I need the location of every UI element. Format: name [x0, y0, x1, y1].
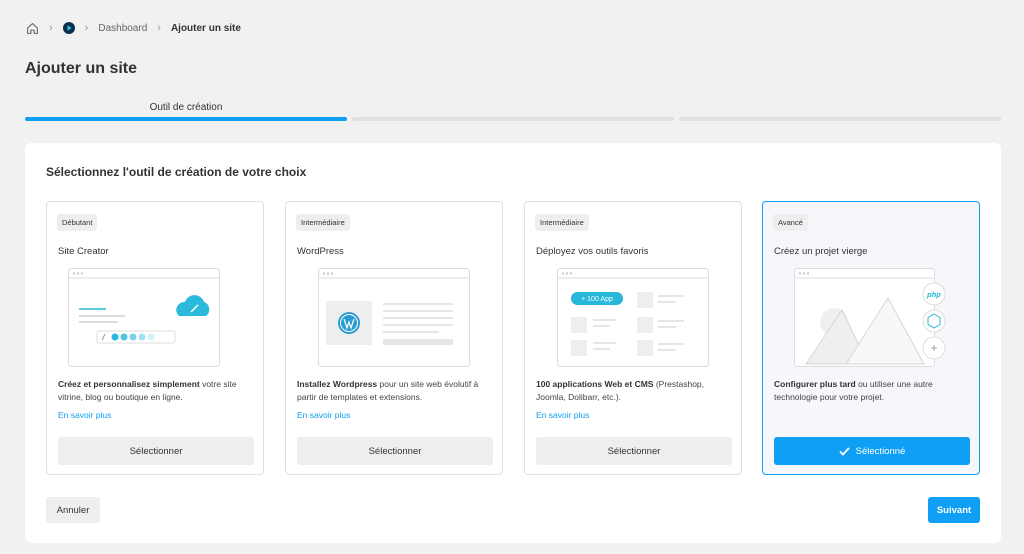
card-apps[interactable]: Intermédiaire Déployez vos outils favori… [524, 201, 742, 475]
level-badge: Débutant [57, 214, 98, 231]
select-apps-button[interactable]: Sélectionner [536, 437, 732, 465]
select-site-creator-button[interactable]: Sélectionner [58, 437, 254, 465]
tool-selection-panel: Sélectionnez l'outil de création de votr… [25, 143, 1001, 543]
selected-label: Sélectionné [855, 445, 906, 457]
step-bar-2 [352, 117, 674, 121]
level-badge: Intermédiaire [296, 214, 350, 231]
card-wordpress[interactable]: Intermédiaire WordPress Installez Wordpr… [285, 201, 503, 475]
breadcrumb-separator: › [49, 22, 53, 34]
card-title: Déployez vos outils favoris [536, 246, 649, 257]
blank-project-illustration-icon: php + [794, 268, 946, 367]
breadcrumb: › › Dashboard › Ajouter un site [26, 20, 241, 36]
breadcrumb-dashboard[interactable]: Dashboard [98, 23, 147, 34]
selected-blank-project-button[interactable]: Sélectionné [774, 437, 970, 465]
breadcrumb-current: Ajouter un site [170, 22, 241, 34]
learn-more-link[interactable]: En savoir plus [58, 410, 111, 420]
desc-bold: 100 applications Web et CMS [536, 379, 654, 389]
breadcrumb-separator: › [84, 22, 89, 34]
product-logo-icon[interactable] [62, 22, 75, 34]
level-badge: Intermédiaire [535, 214, 589, 231]
breadcrumb-separator: › [157, 22, 161, 34]
add-technology-glyph: + [930, 341, 937, 355]
level-badge: Avancé [773, 214, 808, 231]
desc-bold: Configurer plus tard [774, 379, 856, 389]
step-bar-3 [679, 117, 1001, 121]
panel-title: Sélectionnez l'outil de création de votr… [46, 165, 307, 179]
step-label-active: Outil de création [149, 102, 223, 113]
card-title: Site Creator [58, 246, 109, 257]
select-wordpress-button[interactable]: Sélectionner [297, 437, 493, 465]
card-description: Installez Wordpress pour un site web évo… [297, 378, 497, 404]
checkmark-icon [839, 446, 850, 456]
desc-bold: Créez et personnalisez simplement [58, 379, 200, 389]
card-site-creator[interactable]: Débutant Site Creator Créez et personnal… [46, 201, 264, 475]
site-creator-illustration-icon [68, 268, 220, 367]
cancel-button[interactable]: Annuler [46, 497, 100, 523]
apps-illustration-icon: + 100 App [557, 268, 709, 367]
app-count-pill: + 100 App [581, 296, 613, 303]
learn-more-link[interactable]: En savoir plus [536, 410, 589, 420]
card-title: Créez un projet vierge [774, 246, 868, 257]
step-bar-1 [25, 117, 347, 121]
page-title: Ajouter un site [25, 60, 138, 77]
card-title: WordPress [297, 246, 344, 257]
home-icon[interactable] [26, 22, 39, 35]
card-description: Créez et personnalisez simplement votre … [58, 378, 258, 404]
card-blank-project[interactable]: Avancé Créez un projet vierge php + Conf… [762, 201, 980, 475]
card-description: 100 applications Web et CMS (Prestashop,… [536, 378, 736, 404]
wordpress-illustration-icon [318, 268, 470, 367]
php-logo: php [926, 290, 941, 299]
desc-bold: Installez Wordpress [297, 379, 378, 389]
learn-more-link[interactable]: En savoir plus [297, 410, 350, 420]
next-button[interactable]: Suivant [928, 497, 980, 523]
card-description: Configurer plus tard ou utiliser une aut… [774, 378, 974, 404]
